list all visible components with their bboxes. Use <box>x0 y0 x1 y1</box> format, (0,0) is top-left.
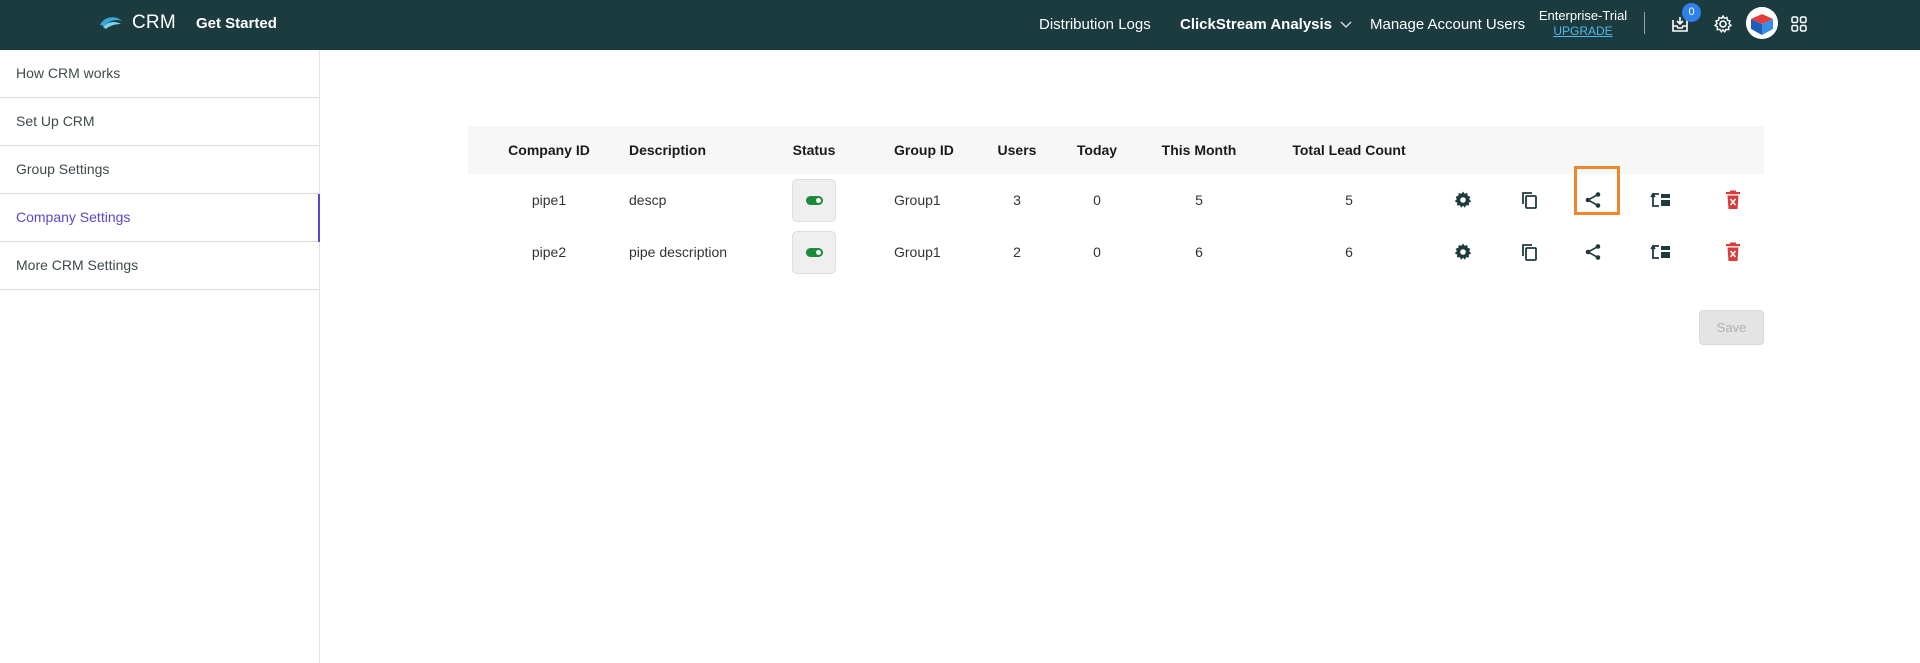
plan-name: Enterprise-Trial <box>1538 8 1628 23</box>
cell-total-lead-count: 5 <box>1345 192 1353 208</box>
settings-button[interactable] <box>1712 13 1734 35</box>
sidebar-item-how-crm-works[interactable]: How CRM works <box>0 50 319 98</box>
row-delete-button[interactable] <box>1721 240 1745 264</box>
header-this-month: This Month <box>1161 142 1237 158</box>
chevron-down-icon <box>1340 20 1352 28</box>
cell-this-month: 6 <box>1195 244 1203 260</box>
header-group-id: Group ID <box>894 142 954 158</box>
sidebar-item-group-settings[interactable]: Group Settings <box>0 146 319 194</box>
avatar-logo-icon <box>1746 7 1778 39</box>
cell-company-id: pipe1 <box>531 192 567 208</box>
upgrade-link[interactable]: UPGRADE <box>1537 24 1629 38</box>
status-toggle[interactable] <box>792 179 836 222</box>
delete-icon <box>1726 190 1740 209</box>
cell-today: 0 <box>1093 192 1101 208</box>
manage-account-users-link[interactable]: Manage Account Users <box>1370 16 1525 33</box>
table-header: Company ID Description Status Group ID U… <box>468 126 1764 174</box>
reassign-icon <box>1650 192 1670 207</box>
sidebar-item-company-settings[interactable]: Company Settings <box>0 194 320 242</box>
table-row: pipe1 descp Group1 3 0 5 5 <box>468 166 1764 226</box>
company-settings-table: Company ID Description Status Group ID U… <box>468 126 1764 278</box>
cell-this-month: 5 <box>1195 192 1203 208</box>
gear-icon <box>1713 14 1733 34</box>
distribution-logs-link[interactable]: Distribution Logs <box>1039 16 1151 33</box>
plan-info: Enterprise-Trial UPGRADE <box>1537 8 1629 38</box>
row-settings-button[interactable] <box>1451 240 1475 264</box>
brand-name: CRM <box>132 12 176 33</box>
header-description: Description <box>629 142 707 158</box>
reassign-icon <box>1650 244 1670 259</box>
row-copy-button[interactable] <box>1517 240 1541 264</box>
header-divider <box>1644 12 1645 34</box>
cell-description: pipe description <box>629 244 728 260</box>
header-total-lead-count: Total Lead Count <box>1292 142 1406 158</box>
cell-group-id: Group1 <box>894 192 941 208</box>
top-navigation-bar: CRM Get Started Distribution Logs ClickS… <box>0 0 1920 50</box>
row-delete-button[interactable] <box>1721 188 1745 212</box>
share-icon <box>1585 244 1601 260</box>
copy-icon <box>1522 192 1537 209</box>
row-reassign-button[interactable] <box>1649 240 1673 264</box>
user-avatar[interactable] <box>1746 7 1778 39</box>
cell-users: 3 <box>1013 192 1021 208</box>
apps-button[interactable] <box>1788 13 1810 35</box>
header-today: Today <box>1076 142 1118 158</box>
cell-total-lead-count: 6 <box>1345 244 1353 260</box>
get-started-link[interactable]: Get Started <box>196 15 277 32</box>
cell-users: 2 <box>1013 244 1021 260</box>
gear-icon <box>1454 243 1472 260</box>
cell-description: descp <box>629 192 667 208</box>
cell-group-id: Group1 <box>894 244 941 260</box>
apps-grid-icon <box>1791 16 1807 32</box>
row-share-button[interactable] <box>1581 188 1605 212</box>
table-row: pipe2 pipe description Group1 2 0 6 6 <box>468 226 1764 278</box>
cell-today: 0 <box>1093 244 1101 260</box>
status-toggle[interactable] <box>792 231 836 274</box>
toggle-on-icon <box>805 196 823 205</box>
cell-company-id: pipe2 <box>531 244 567 260</box>
sidebar-item-more-crm-settings[interactable]: More CRM Settings <box>0 242 319 290</box>
sidebar-item-set-up-crm[interactable]: Set Up CRM <box>0 98 319 146</box>
row-reassign-button[interactable] <box>1649 188 1673 212</box>
clickstream-analysis-menu[interactable]: ClickStream Analysis <box>1180 16 1352 33</box>
share-icon <box>1585 192 1601 208</box>
delete-icon <box>1726 242 1740 261</box>
save-button[interactable]: Save <box>1699 310 1764 345</box>
copy-icon <box>1522 244 1537 261</box>
row-copy-button[interactable] <box>1517 188 1541 212</box>
row-share-button[interactable] <box>1581 240 1605 264</box>
toggle-on-icon <box>805 248 823 257</box>
header-users: Users <box>997 142 1037 158</box>
notification-count-badge: 0 <box>1682 3 1701 22</box>
clickstream-analysis-label: ClickStream Analysis <box>1180 16 1333 33</box>
settings-sidebar: How CRM works Set Up CRM Group Settings … <box>0 50 320 663</box>
header-company-id: Company ID <box>508 142 590 158</box>
header-status: Status <box>792 142 836 158</box>
brand[interactable]: CRM <box>98 12 176 34</box>
row-settings-button[interactable] <box>1451 188 1475 212</box>
gear-icon <box>1454 191 1472 208</box>
crm-logo-icon <box>100 17 122 29</box>
